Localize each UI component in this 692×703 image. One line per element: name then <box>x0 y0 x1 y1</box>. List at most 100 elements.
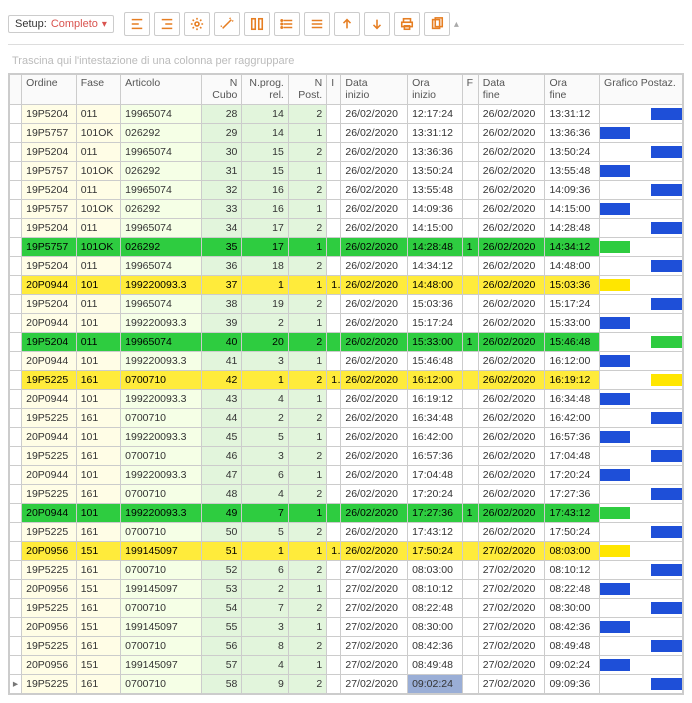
indent-left-button[interactable] <box>124 12 150 36</box>
col-data-fine[interactable]: Datafine <box>478 75 545 105</box>
table-row[interactable]: 19P5757101OK0262922914126/02/202013:31:1… <box>10 124 683 143</box>
table-row[interactable]: 19P5757101OK0262923316126/02/202014:09:3… <box>10 200 683 219</box>
gantt-bar <box>600 165 630 177</box>
table-row[interactable]: 20P0944101199220093.3434126/02/202016:19… <box>10 390 683 409</box>
table-row[interactable]: 20P0944101199220093.3392126/02/202015:17… <box>10 314 683 333</box>
indent-right-button[interactable] <box>154 12 180 36</box>
cell: 19965074 <box>121 219 202 238</box>
gear-button[interactable] <box>184 12 210 36</box>
cell: 13:36:36 <box>545 124 600 143</box>
table-row[interactable]: 19P5757101OK0262923517126/02/202014:28:4… <box>10 238 683 257</box>
col-grafico[interactable]: Grafico Postaz. <box>600 75 683 105</box>
collapse-up-icon[interactable]: ▴ <box>454 19 465 30</box>
columns-button[interactable] <box>244 12 270 36</box>
menu-button[interactable] <box>304 12 330 36</box>
cell: 26/02/2020 <box>341 409 408 428</box>
table-row[interactable]: 19P52251610700710442226/02/202016:34:482… <box>10 409 683 428</box>
cell <box>327 124 341 143</box>
cell <box>10 656 22 675</box>
table-row[interactable]: 20P0944101199220093.3455126/02/202016:42… <box>10 428 683 447</box>
cell <box>10 485 22 504</box>
copy-button[interactable] <box>424 12 450 36</box>
cell <box>327 618 341 637</box>
table-row[interactable]: 19P522516107007104212126/02/202016:12:00… <box>10 371 683 390</box>
cell: 39 <box>201 314 241 333</box>
cell: 27/02/2020 <box>341 675 408 694</box>
table-row[interactable]: 20P0956151199145097532127/02/202008:10:1… <box>10 580 683 599</box>
table-row[interactable]: 20P0944101199220093.33711126/02/202014:4… <box>10 276 683 295</box>
cell: 19P5204 <box>22 181 77 200</box>
cell: 1 <box>288 466 326 485</box>
cell: 13:50:24 <box>408 162 463 181</box>
col-f[interactable]: F <box>462 75 478 105</box>
table-row[interactable]: 19P52251610700710526227/02/202008:03:002… <box>10 561 683 580</box>
cell: 26/02/2020 <box>341 219 408 238</box>
table-row[interactable]: 19P5204011199650743015226/02/202013:36:3… <box>10 143 683 162</box>
table-row[interactable]: 20P0944101199220093.3413126/02/202015:46… <box>10 352 683 371</box>
table-row[interactable]: 19P5204011199650743417226/02/202014:15:0… <box>10 219 683 238</box>
data-grid[interactable]: Ordine Fase Articolo NCubo N.prog.rel. N… <box>8 73 684 695</box>
col-npost[interactable]: NPost. <box>288 75 326 105</box>
col-ora-fine[interactable]: Orafine <box>545 75 600 105</box>
arrow-up-button[interactable] <box>334 12 360 36</box>
col-articolo[interactable]: Articolo <box>121 75 202 105</box>
setup-value: Completo <box>51 18 98 30</box>
col-ncubo[interactable]: NCubo <box>201 75 241 105</box>
table-row[interactable]: 19P52251610700710463226/02/202016:57:362… <box>10 447 683 466</box>
cell: 15:17:24 <box>408 314 463 333</box>
table-row[interactable]: 20P0956151199145097574127/02/202008:49:4… <box>10 656 683 675</box>
cell: 2 <box>288 181 326 200</box>
col-i[interactable]: I <box>327 75 341 105</box>
cell: 1 <box>327 371 341 390</box>
table-row[interactable]: 19P52251610700710568227/02/202008:42:362… <box>10 637 683 656</box>
table-row[interactable]: 19P5204011199650743618226/02/202014:34:1… <box>10 257 683 276</box>
table-row[interactable]: 20P0944101199220093.3497126/02/202017:27… <box>10 504 683 523</box>
gantt-cell <box>600 162 683 181</box>
list-button[interactable] <box>274 12 300 36</box>
table-row[interactable]: 20P09561511991450975111126/02/202017:50:… <box>10 542 683 561</box>
cell: 26/02/2020 <box>478 409 545 428</box>
cell <box>462 599 478 618</box>
table-row[interactable]: 20P0944101199220093.3476126/02/202017:04… <box>10 466 683 485</box>
table-row[interactable]: 19P5204011199650743216226/02/202013:55:4… <box>10 181 683 200</box>
cell <box>10 295 22 314</box>
col-data-inizio[interactable]: Datainizio <box>341 75 408 105</box>
cell <box>462 485 478 504</box>
cell: 2 <box>242 580 288 599</box>
cell <box>327 599 341 618</box>
arrow-down-button[interactable] <box>364 12 390 36</box>
cell: 199220093.3 <box>121 466 202 485</box>
setup-dropdown[interactable]: Setup: Completo ▾ <box>8 15 114 33</box>
cell: 16:34:48 <box>408 409 463 428</box>
cell: 54 <box>201 599 241 618</box>
col-indicator[interactable] <box>10 75 22 105</box>
wand-button[interactable] <box>214 12 240 36</box>
cell: 27/02/2020 <box>341 656 408 675</box>
print-button[interactable] <box>394 12 420 36</box>
col-ordine[interactable]: Ordine <box>22 75 77 105</box>
col-fase[interactable]: Fase <box>76 75 120 105</box>
cell: 08:03:00 <box>408 561 463 580</box>
col-nprog[interactable]: N.prog.rel. <box>242 75 288 105</box>
table-row[interactable]: 19P5204011199650743819226/02/202015:03:3… <box>10 295 683 314</box>
cell: 2 <box>288 485 326 504</box>
cell: 17:43:12 <box>545 504 600 523</box>
table-row[interactable]: 19P5204011199650742814226/02/202012:17:2… <box>10 105 683 124</box>
table-row[interactable]: 19P52251610700710505226/02/202017:43:122… <box>10 523 683 542</box>
cell: 26/02/2020 <box>341 447 408 466</box>
cell: 31 <box>201 162 241 181</box>
table-row[interactable]: 19P52251610700710547227/02/202008:22:482… <box>10 599 683 618</box>
cell: 27/02/2020 <box>341 618 408 637</box>
cell: 16:12:00 <box>545 352 600 371</box>
cell: 27/02/2020 <box>478 675 545 694</box>
cell: 17:04:48 <box>408 466 463 485</box>
table-row[interactable]: 19P5204011199650744020226/02/202015:33:0… <box>10 333 683 352</box>
col-ora-inizio[interactable]: Orainizio <box>408 75 463 105</box>
table-row[interactable]: 20P0956151199145097553127/02/202008:30:0… <box>10 618 683 637</box>
table-row[interactable]: 19P5757101OK0262923115126/02/202013:50:2… <box>10 162 683 181</box>
cell <box>462 371 478 390</box>
cell: 27/02/2020 <box>341 580 408 599</box>
table-row[interactable]: 19P52251610700710484226/02/202017:20:242… <box>10 485 683 504</box>
table-row[interactable]: ▸19P52251610700710589227/02/202009:02:24… <box>10 675 683 694</box>
cell: 18 <box>242 257 288 276</box>
